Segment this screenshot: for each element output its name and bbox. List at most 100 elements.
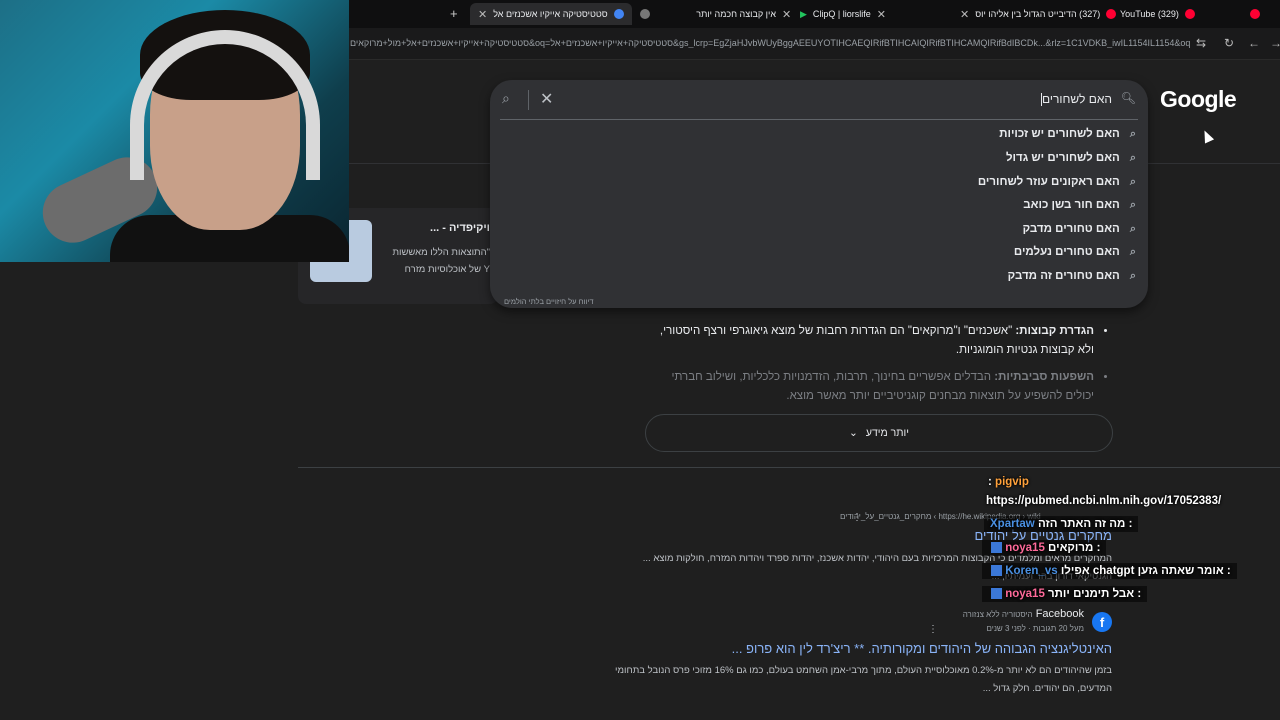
- chat-username: Koren_vs: [1005, 565, 1058, 577]
- search-icon: ⌕: [1129, 198, 1136, 211]
- bullet-heading: השפעות סביבתיות:: [994, 371, 1094, 383]
- tab-search-active[interactable]: סטטיסטיקה אייקיו אשכנזים אל ✕: [470, 3, 632, 25]
- chevron-down-icon: ⌄: [849, 427, 858, 439]
- chat-message: : מרוקאים noya15: [982, 540, 1107, 556]
- result-title-link[interactable]: האינטליגנציה הגבוהה של היהודים ומקורותיה…: [732, 641, 1112, 656]
- wikipedia-card-text: "התוצאות הללו מאששות Y של אוכלוסיות מזרח: [375, 244, 490, 278]
- site-name: Facebook: [1035, 608, 1084, 620]
- chat-text: :: [988, 476, 992, 488]
- section-divider: [298, 467, 1280, 468]
- translate-icon[interactable]: ⇆: [1196, 36, 1206, 50]
- tab-clipq[interactable]: ✕ ClipQ | liorslife ▶: [800, 3, 886, 25]
- more-options-icon[interactable]: ⋮: [852, 512, 862, 523]
- search-icon: 🔍︎: [1120, 91, 1136, 105]
- suggestion-text: האם טחורים מדבק: [1022, 223, 1120, 235]
- chat-username: pigvip: [995, 476, 1029, 488]
- chat-text: : מרוקאים: [1048, 542, 1101, 554]
- suggestion-text: האם חור בשן כואב: [1023, 199, 1120, 211]
- bullet-item: השפעות סביבתיות: הבדלים אפשריים בחינוך, …: [650, 368, 1094, 406]
- play-icon: ▶: [800, 8, 807, 19]
- badge-icon: [991, 565, 1002, 577]
- suggestion-item[interactable]: האם טחורים מדבק ⌕: [516, 218, 1136, 240]
- result-meta: מעל 20 תגובות · לפני 3 שנים: [986, 624, 1084, 633]
- search-icon: ⌕: [1129, 222, 1136, 235]
- chat-text: https://pubmed.ncbi.nlm.nih.gov/17052383…: [986, 495, 1222, 507]
- google-logo[interactable]: Google: [1160, 86, 1237, 113]
- tab-title: אין קבוצה חכמה יותר: [696, 9, 776, 19]
- chat-username: noya15: [1005, 588, 1045, 600]
- show-more-button[interactable]: יותר מידע ⌄: [645, 414, 1113, 452]
- search-icon: ⌕: [1129, 175, 1136, 188]
- search-icon: ⌕: [1129, 269, 1136, 282]
- search-separator: [528, 90, 529, 110]
- dropdown-divider: [500, 119, 1138, 120]
- chatgpt-icon: [640, 9, 650, 19]
- bullet-item: הגדרת קבוצות: "אשכנזים" ו"מרוקאים" הם הג…: [650, 322, 1094, 360]
- wikipedia-card-line: Y של אוכלוסיות מזרח: [404, 264, 490, 275]
- youtube-icon: [1250, 9, 1260, 19]
- back-icon[interactable]: ←: [1248, 36, 1260, 50]
- forward-icon[interactable]: →: [1270, 36, 1280, 50]
- tab-title: (327) הדיבייט הגדול בין אליהו יוס: [975, 9, 1101, 19]
- chat-username: noya15: [1005, 542, 1045, 554]
- new-tab-icon[interactable]: +: [450, 6, 458, 21]
- close-icon[interactable]: ✕: [782, 8, 791, 21]
- facebook-icon: f: [1092, 612, 1112, 632]
- clear-icon[interactable]: ✕: [540, 89, 553, 109]
- ai-overview-bullets: הגדרת קבוצות: "אשכנזים" ו"מרוקאים" הם הג…: [650, 322, 1110, 414]
- search-icon: ⌕: [1129, 127, 1136, 140]
- chat-text: : אומר שאתה גזען chatgpt אפילו: [1060, 565, 1231, 577]
- webcam-overlay: [0, 0, 349, 262]
- reload-icon[interactable]: ↻: [1224, 36, 1234, 50]
- badge-icon: [991, 588, 1002, 600]
- google-icon: [613, 9, 624, 19]
- wikipedia-card-line: "התוצאות הללו מאששות: [392, 247, 490, 258]
- close-icon[interactable]: ✕: [478, 8, 487, 21]
- more-options-icon[interactable]: ⋮: [928, 624, 938, 635]
- close-icon[interactable]: ✕: [960, 8, 969, 21]
- chat-message: : אומר שאתה גזען chatgpt אפילו Koren_vs: [982, 563, 1237, 579]
- youtube-icon: [1106, 9, 1117, 19]
- suggestion-text: האם לשחורים יש זכויות: [999, 128, 1120, 140]
- badge-icon: [991, 542, 1002, 554]
- bullet-heading: הגדרת קבוצות:: [1015, 325, 1094, 337]
- suggestion-text: האם ראקונים עוזר לשחורים: [977, 176, 1120, 188]
- site-subtitle: היסטוריה ללא צנזורה: [962, 610, 1033, 619]
- tab-debate[interactable]: (327) הדיבייט הגדול בין אליהו יוס ✕: [960, 3, 1117, 25]
- suggestion-item[interactable]: האם לשחורים יש זכויות ⌕: [516, 123, 1136, 145]
- suggestion-text: האם טחורים זה מדבק: [1007, 270, 1120, 282]
- suggestion-item[interactable]: האם טחורים זה מדבק ⌕: [516, 265, 1136, 287]
- suggestion-item[interactable]: האם חור בשן כואב ⌕: [516, 194, 1136, 216]
- chat-message: pigvip :: [988, 476, 1029, 488]
- tab-title: סטטיסטיקה אייקיו אשכנזים אל: [493, 9, 608, 19]
- suggestion-text: האם טחורים נעלמים: [1013, 246, 1120, 258]
- search-submit-icon[interactable]: ⌕: [502, 90, 510, 107]
- tab-youtube[interactable]: (329) YouTube: [1120, 3, 1195, 25]
- show-more-label: יותר מידע: [865, 427, 909, 439]
- chat-message: : אבל תימנים יותר noya15: [982, 586, 1148, 602]
- chat-text: : מה זה האתר הזה: [1037, 518, 1133, 530]
- suggestion-item[interactable]: האם ראקונים עוזר לשחורים ⌕: [516, 171, 1136, 193]
- url-field[interactable]: סטטיסטיקה+אייקיו+אשכנזים+אל+מול+מרוקאים&…: [350, 38, 1190, 48]
- youtube-icon: [1184, 9, 1195, 19]
- chat-message: https://pubmed.ncbi.nlm.nih.gov/17052383…: [986, 495, 1221, 507]
- search-input[interactable]: האם לשחורים: [1039, 92, 1112, 107]
- suggestion-text: האם לשחורים יש גדול: [1005, 152, 1120, 164]
- search-icon: ⌕: [1129, 151, 1136, 164]
- suggestion-item[interactable]: האם לשחורים יש גדול ⌕: [516, 147, 1136, 169]
- chat-message: : מה זה האתר הזה Xpartaw: [984, 516, 1139, 532]
- suggestion-item[interactable]: האם טחורים נעלמים ⌕: [516, 241, 1136, 263]
- chat-username: Xpartaw: [990, 518, 1035, 530]
- tab-title: (329) YouTube: [1120, 9, 1179, 19]
- search-input-value: האם לשחורים: [1041, 92, 1112, 106]
- wikipedia-card-title: ויקיפדיה - ...: [430, 222, 490, 234]
- chat-text: : אבל תימנים יותר: [1048, 588, 1142, 600]
- mouse-cursor: [1199, 128, 1215, 144]
- search-icon: ⌕: [1129, 245, 1136, 258]
- result-site-name: Facebook היסטוריה ללא צנזורה: [963, 608, 1084, 620]
- tab-no-group[interactable]: ✕ אין קבוצה חכמה יותר: [640, 3, 791, 25]
- report-predictions-link[interactable]: דיווח על חיזויים בלתי הולמים: [504, 297, 594, 306]
- search-box-dropdown: 🔍︎ האם לשחורים ⌕ ✕ האם לשחורים יש זכויות…: [490, 80, 1148, 308]
- close-icon[interactable]: ✕: [877, 8, 886, 21]
- result-snippet: בזמן שהיהודים הם לא יותר מ-0.2% מאוכלוסי…: [615, 665, 1112, 694]
